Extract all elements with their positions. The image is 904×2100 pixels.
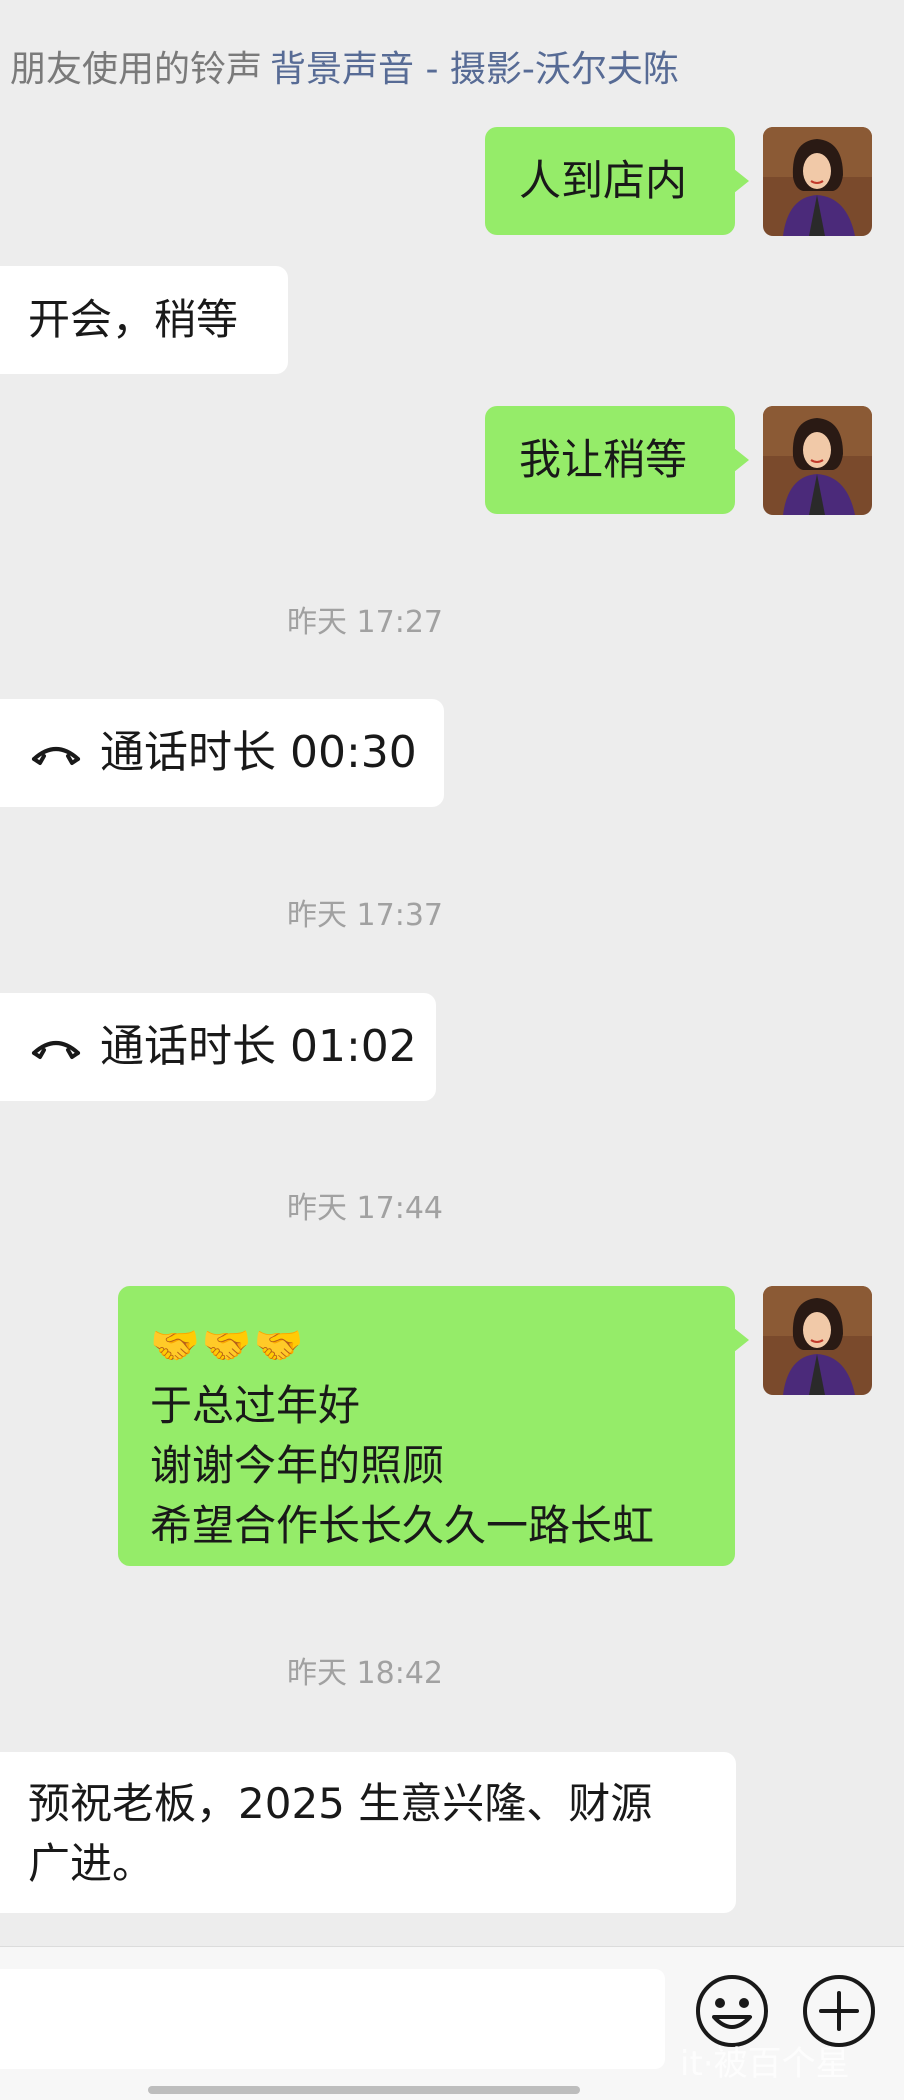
handshake-emoji: 🤝🤝🤝 bbox=[150, 1323, 306, 1369]
avatar[interactable] bbox=[763, 127, 872, 236]
message-bubble-sent[interactable]: 人到店内 bbox=[485, 127, 749, 235]
message-input[interactable] bbox=[0, 1969, 665, 2069]
message-text-line: 谢谢今年的照顾 bbox=[150, 1441, 445, 1490]
avatar-illustration bbox=[763, 1286, 872, 1395]
home-indicator[interactable] bbox=[148, 2086, 580, 2094]
timestamp: 昨天 18:42 bbox=[287, 1656, 443, 1691]
avatar-illustration bbox=[763, 406, 872, 515]
avatar[interactable] bbox=[763, 406, 872, 515]
watermark: it·被百个星 bbox=[680, 2044, 850, 2084]
phone-hangup-icon bbox=[30, 739, 82, 767]
call-duration-text: 通话时长 01:02 bbox=[100, 1021, 417, 1072]
message-bubble-received[interactable]: 开会，稍等 bbox=[0, 266, 288, 374]
ringtone-song-link[interactable]: 背景声音 - 摄影-沃尔夫陈 bbox=[270, 49, 679, 90]
message-text: 人到店内 bbox=[519, 156, 688, 205]
message-text: 开会，稍等 bbox=[28, 295, 239, 344]
phone-hangup-icon bbox=[30, 1033, 82, 1061]
message-bubble-received[interactable]: 预祝老板，2025 生意兴隆、财源 广进。 bbox=[0, 1752, 736, 1913]
message-text-line: 预祝老板，2025 生意兴隆、财源 bbox=[28, 1779, 653, 1828]
call-record-bubble[interactable]: 通话时长 01:02 bbox=[0, 993, 436, 1101]
message-text: 我让稍等 bbox=[519, 435, 688, 484]
ringtone-label: 朋友使用的铃声 bbox=[10, 49, 263, 90]
timestamp: 昨天 17:44 bbox=[287, 1191, 443, 1226]
message-bubble-sent[interactable]: 我让稍等 bbox=[485, 406, 749, 514]
call-record-bubble[interactable]: 通话时长 00:30 bbox=[0, 699, 444, 807]
message-bubble-sent[interactable]: 🤝🤝🤝 于总过年好 谢谢今年的照顾 希望合作长长久久一路长虹 bbox=[118, 1286, 749, 1566]
timestamp: 昨天 17:37 bbox=[287, 898, 443, 933]
ringtone-info[interactable]: 朋友使用的铃声 背景声音 - 摄影-沃尔夫陈 bbox=[10, 40, 679, 92]
call-duration-text: 通话时长 00:30 bbox=[100, 727, 417, 778]
avatar-illustration bbox=[763, 127, 872, 236]
timestamp: 昨天 17:27 bbox=[287, 605, 443, 640]
message-text-line: 广进。 bbox=[28, 1839, 155, 1888]
avatar[interactable] bbox=[763, 1286, 872, 1395]
message-text-line: 于总过年好 bbox=[150, 1381, 361, 1430]
message-text-line: 希望合作长长久久一路长虹 bbox=[150, 1501, 655, 1550]
